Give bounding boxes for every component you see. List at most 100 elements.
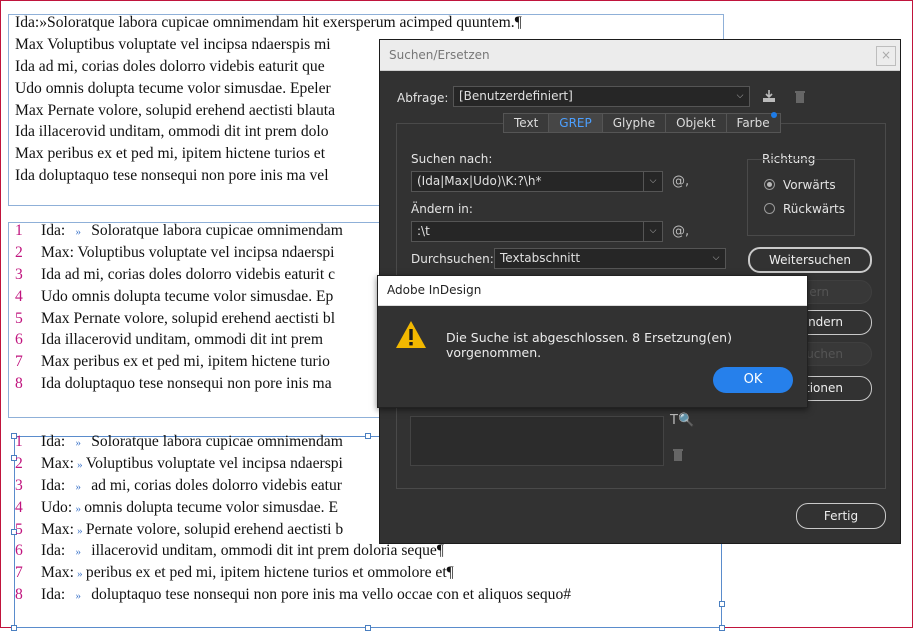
selection-handle[interactable] (365, 625, 371, 631)
query-label: Abfrage: (397, 91, 449, 105)
scope-label: Durchsuchen: (411, 252, 494, 266)
radio-forward[interactable] (764, 179, 775, 190)
radio-backward-label[interactable]: Rückwärts (783, 202, 845, 216)
para-text: Ida ad mi, corias doles dolorro videbis … (15, 57, 325, 75)
line-number: 8 (15, 586, 23, 604)
speaker-label: Max: (41, 564, 74, 582)
radio-forward-label[interactable]: Vorwärts (783, 178, 836, 192)
ok-button[interactable]: OK (713, 367, 793, 393)
line-number: 2 (15, 454, 23, 472)
speaker-label: Max: (41, 520, 74, 538)
para-text: Max peribus ex et ped mi, ipitem hictene… (15, 145, 326, 163)
numbered-line: 3 Ida ad mi, corias doles dolorro videbis… (15, 264, 343, 286)
line-text: omnis dolupta tecume volor simusdae. Ep (71, 287, 334, 305)
para-text: Max Voluptibus voluptate vel incipsa nda… (15, 35, 331, 53)
line-text: Pernate volore, solupid erehend aectisti… (73, 309, 336, 327)
line-number: 5 (15, 520, 23, 538)
tab-marker: » (77, 458, 83, 471)
chevron-down-icon[interactable]: ⌵ (643, 222, 662, 241)
alert-message: Die Suche ist abgeschlossen. 8 Ersetzung… (446, 330, 732, 360)
chevron-down-icon[interactable]: ⌵ (707, 249, 725, 268)
specify-format-icon[interactable]: T🔍 (670, 413, 694, 428)
line-text: omnis dolupta tecume volor simusdae. E (84, 498, 338, 516)
tab-marker: » (75, 480, 82, 493)
alert-title[interactable]: Adobe InDesign (378, 276, 807, 306)
completion-alert: Adobe InDesign Die Suche ist abgeschloss… (377, 275, 808, 408)
speaker-label: Ida: (41, 222, 66, 239)
selection-handle[interactable] (11, 625, 17, 631)
tab-grep[interactable]: GREP (548, 113, 603, 133)
tab-text[interactable]: Text (503, 113, 550, 133)
search-value: (Ida|Max|Udo)\K:?\h* (417, 174, 542, 188)
speaker-label: Udo: (41, 498, 73, 516)
speaker-label: Ida (41, 375, 61, 393)
speaker-label: Ida: (41, 476, 66, 494)
line-text: Pernate volore, solupid erehend aectisti… (85, 520, 344, 538)
numbered-line: 8 Ida: » doluptaquo tese nonsequi non pore … (15, 584, 571, 606)
line-number: 4 (15, 498, 23, 516)
line-text: peribus ex et ped mi, ipitem hictene tur… (85, 564, 454, 582)
close-icon[interactable]: × (876, 46, 896, 66)
numbered-line: 2 Max: Voluptibus voluptate vel incipsa n… (15, 242, 343, 264)
line-text: illacerovid unditam, ommodi dit int prem… (91, 542, 444, 560)
numbered-line: 7 Max:» peribus ex et ped mi, ipitem hicte… (15, 562, 571, 584)
speaker-label: Max (41, 309, 70, 327)
radio-backward[interactable] (764, 203, 775, 214)
query-select[interactable]: [Benutzerdefiniert] ⌵ (453, 86, 750, 107)
line-text: peribus ex et ped mi, ipitem hictene tur… (73, 353, 330, 371)
line-text: doluptaquo tese nonsequi non pore inis m… (64, 375, 332, 393)
line-number: 1 (15, 222, 23, 239)
numbered-line: 8 Ida doluptaquo tese nonsequi non pore i… (15, 373, 343, 395)
numbered-line: 7 Max peribus ex et ped mi, ipitem hicten… (15, 351, 343, 373)
tab-marker: » (77, 524, 83, 537)
numbered-line: 4 Udo omnis dolupta tecume volor simusdae… (15, 286, 343, 308)
line-text: Voluptibus voluptate vel incipsa ndaersp… (85, 454, 343, 472)
line-number: 2 (15, 243, 23, 261)
para-text: Udo omnis dolupta tecume volor simusdae.… (15, 79, 331, 97)
trash-icon[interactable] (672, 448, 684, 461)
speaker-label: Max: (41, 454, 74, 472)
query-value: [Benutzerdefiniert] (459, 89, 573, 103)
line-number: 3 (15, 476, 23, 494)
replace-value: :\t (417, 224, 430, 238)
delete-query-icon[interactable] (793, 89, 807, 104)
para-text: Max Pernate volore, solupid erehend aect… (15, 101, 335, 119)
line-text: Soloratque labora cupicae omnimendam (91, 433, 343, 450)
numbered-line: 5 Max Pernate volore, solupid erehend aec… (15, 308, 343, 330)
find-next-button[interactable]: Weitersuchen (748, 247, 872, 273)
speaker-label: Ida (41, 331, 61, 349)
tab-glyph[interactable]: Glyphe (601, 113, 667, 133)
save-query-icon[interactable] (761, 88, 777, 104)
line-text: illacerovid unditam, ommodi dit int prem (64, 331, 323, 349)
text-line: Ida:»Soloratque labora cupicae omnimenda… (15, 12, 522, 34)
chevron-down-icon[interactable]: ⌵ (643, 172, 662, 191)
line-number: 5 (15, 309, 23, 327)
tab-marker: » (75, 590, 82, 603)
numbered-line: 6 Ida illacerovid unditam, ommodi dit int… (15, 329, 343, 351)
selection-handle[interactable] (719, 601, 725, 607)
speaker-label: Ida: (41, 542, 66, 560)
line-text: ad mi, corias doles dolorro videbis eatu… (64, 265, 336, 283)
replace-input[interactable]: :\t ⌵ (411, 221, 663, 242)
line-number: 8 (15, 375, 23, 393)
special-chars-icon[interactable]: @, (672, 224, 689, 239)
format-settings-box[interactable] (410, 416, 664, 466)
line-text: ad mi, corias doles dolorro videbis eatu… (91, 476, 342, 494)
dialog-title: Suchen/Ersetzen (389, 48, 490, 62)
tab-object[interactable]: Objekt (665, 113, 727, 133)
done-button[interactable]: Fertig (796, 503, 886, 529)
search-input[interactable]: (Ida|Max|Udo)\K:?\h* ⌵ (411, 171, 663, 192)
line-number: 7 (15, 353, 23, 371)
text-block-2[interactable]: 1 Ida: » Soloratque labora cupicae omnimend… (15, 220, 343, 395)
dialog-titlebar[interactable]: Suchen/Ersetzen × (380, 40, 900, 71)
line-number: 7 (15, 564, 23, 582)
para-text: Ida doluptaquo tese nonsequi non pore in… (15, 167, 329, 185)
direction-group (747, 159, 855, 236)
replace-label: Ändern in: (411, 202, 473, 216)
chevron-down-icon[interactable]: ⌵ (731, 87, 749, 106)
selection-handle[interactable] (719, 625, 725, 631)
scope-select[interactable]: Textabschnitt ⌵ (494, 248, 726, 269)
special-chars-icon[interactable]: @, (672, 174, 689, 189)
scope-value: Textabschnitt (500, 251, 581, 265)
line-text: Soloratque labora cupicae omnimendam (91, 222, 343, 239)
